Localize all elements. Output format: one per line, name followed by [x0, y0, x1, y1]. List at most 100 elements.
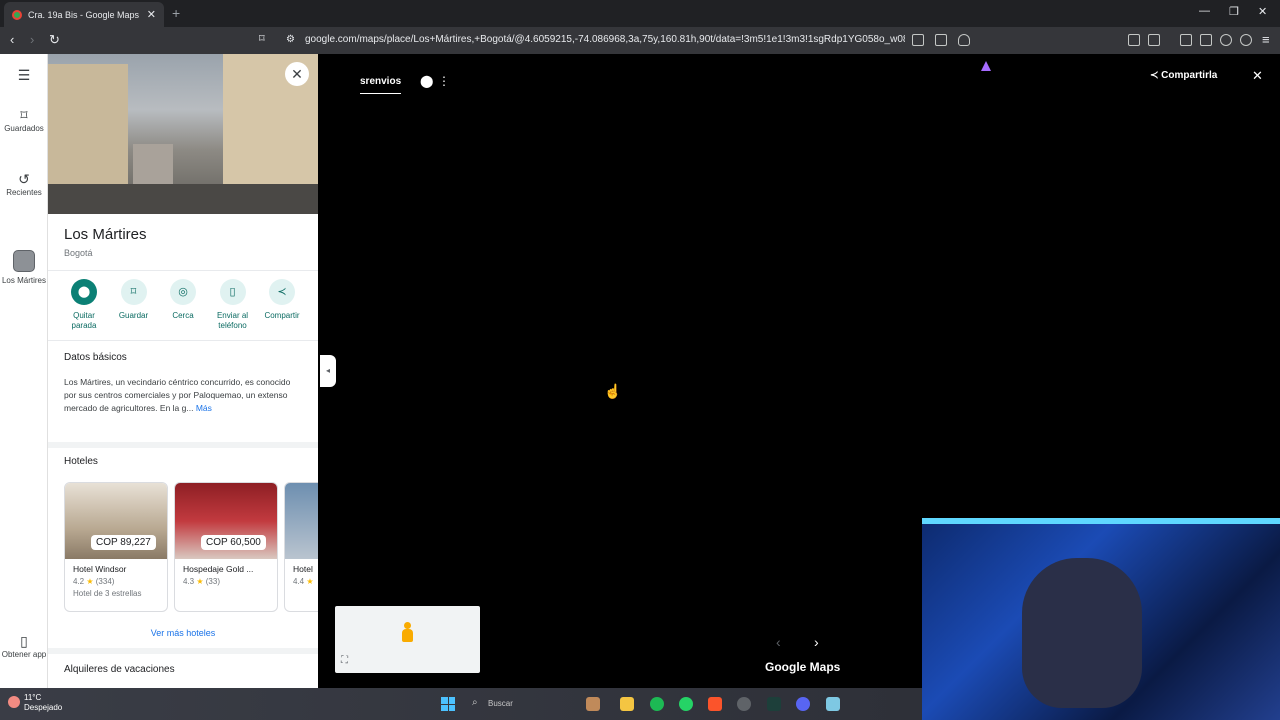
hotel-rating: 4.3 ★ (33): [175, 574, 277, 586]
section-divider: [48, 442, 318, 448]
new-tab-icon[interactable]: +: [172, 5, 180, 21]
browser-tab[interactable]: Cra. 19a Bis - Google Maps ✕: [4, 2, 164, 27]
widget-icon[interactable]: [586, 697, 600, 711]
recent-button[interactable]: ↺ Recientes: [0, 171, 48, 198]
remove-stop-button[interactable]: ⬤ Quitar parada: [60, 279, 108, 331]
save-button[interactable]: ⌑ Guardar: [110, 279, 158, 331]
screenshot-icon[interactable]: [1148, 34, 1160, 46]
app-icon[interactable]: [767, 697, 781, 711]
saved-button[interactable]: ⌑ Guardados: [0, 108, 48, 134]
streetview-close-icon[interactable]: ✕: [1252, 68, 1263, 84]
whatsapp-icon[interactable]: [679, 697, 693, 711]
vpn-icon[interactable]: [1240, 34, 1252, 46]
window-close-icon[interactable]: ✕: [1258, 5, 1267, 18]
pin-icon: ⬤: [71, 279, 97, 305]
minimize-icon[interactable]: —: [1199, 5, 1210, 17]
search-icon: ⌕: [472, 697, 478, 708]
hotel-card[interactable]: COP 60,500 Hospedaje Gold ... 4.3 ★ (33): [174, 482, 278, 612]
bookmark-icon: ⌑: [120, 279, 147, 305]
pegman-body: [402, 629, 413, 642]
share-page-icon[interactable]: [935, 34, 947, 46]
tab-close-icon[interactable]: ✕: [147, 8, 156, 21]
divider: [48, 270, 318, 271]
spotify-icon[interactable]: [650, 697, 664, 711]
photo-street: [48, 184, 318, 214]
rating-value: 4.2: [73, 577, 85, 586]
back-icon[interactable]: ‹: [10, 32, 14, 47]
sidebar-icon[interactable]: [1180, 34, 1192, 46]
review-count: (33): [205, 577, 220, 586]
more-options-icon[interactable]: ⋮: [438, 74, 450, 88]
share-icon: ≺: [1150, 70, 1159, 81]
weather-widget[interactable]: 11°C Despejado: [24, 693, 62, 713]
browser-tabbar: Cra. 19a Bis - Google Maps ✕ + — ❐ ✕: [0, 0, 1280, 27]
obs-icon[interactable]: [737, 697, 751, 711]
streetview-label: srenvios: [360, 76, 402, 94]
streetview-share-button[interactable]: ≺ Compartirla: [1150, 70, 1217, 81]
discord-icon[interactable]: [796, 697, 810, 711]
nearby-button[interactable]: ◎ Cerca: [159, 279, 207, 331]
share-label: Compartirla: [1161, 70, 1218, 81]
hotels-heading: Hoteles: [64, 456, 98, 467]
taskbar-search[interactable]: Buscar: [488, 699, 513, 708]
maximize-icon[interactable]: ❐: [1229, 5, 1239, 18]
windows-start-icon[interactable]: [441, 697, 455, 711]
hotel-rating: 4.2 ★ (334): [65, 574, 167, 586]
close-panel-icon[interactable]: ✕: [285, 62, 309, 86]
bookmark-icon[interactable]: ⌑: [259, 32, 265, 45]
forward-icon[interactable]: ›: [30, 32, 34, 47]
wallet-icon[interactable]: [1200, 34, 1212, 46]
previous-arrow-icon[interactable]: ‹: [776, 634, 781, 650]
hotel-card[interactable]: COP 89,227 Hotel Windsor 4.2 ★ (334) Hot…: [64, 482, 168, 612]
cast-icon[interactable]: [912, 34, 924, 46]
brave-icon[interactable]: [708, 697, 722, 711]
brave-shield-icon[interactable]: [958, 34, 970, 46]
hotel-category: Hotel de 3 estrellas: [73, 589, 142, 598]
extensions-icon[interactable]: [1128, 34, 1140, 46]
more-link[interactable]: Más: [196, 403, 212, 413]
next-arrow-icon[interactable]: ›: [814, 634, 819, 650]
hotel-rating: 4.4 ★: [285, 574, 318, 586]
saved-label: Guardados: [4, 124, 44, 133]
rating-value: 4.3: [183, 577, 195, 586]
hotel-photo: [285, 483, 318, 559]
rewards-icon[interactable]: [981, 61, 991, 71]
menu-button[interactable]: ☰: [0, 68, 48, 84]
url-field[interactable]: google.com/maps/place/Los+Mártires,+Bogo…: [305, 34, 905, 45]
google-maps-logo: Google Maps: [765, 660, 841, 674]
site-info-icon[interactable]: ⚙: [286, 34, 295, 45]
weather-condition: Despejado: [24, 703, 63, 712]
hotel-photo: COP 60,500: [175, 483, 277, 559]
get-app-button[interactable]: ▯ Obtener app: [0, 634, 48, 660]
review-count: (334): [95, 577, 115, 586]
hotel-card[interactable]: Hotel 4.4 ★: [284, 482, 318, 612]
rating-value: 4.4: [293, 577, 305, 586]
share-button[interactable]: ≺ Compartir: [258, 279, 306, 331]
reload-icon[interactable]: ↻: [49, 32, 60, 48]
address-bar: ‹ › ↻ ⌑ ⚙ google.com/maps/place/Los+Márt…: [0, 27, 1280, 71]
expand-minimap-icon[interactable]: ⛶: [341, 655, 348, 666]
pegman-icon[interactable]: [401, 622, 413, 646]
recent-place-label: Los Mártires: [1, 276, 46, 285]
send-to-phone-button[interactable]: ▯ Enviar al teléfono: [209, 279, 257, 331]
basics-heading: Datos básicos: [64, 352, 127, 363]
save-label: Guardar: [118, 311, 149, 320]
weather-icon: [8, 696, 20, 708]
file-explorer-icon[interactable]: [620, 697, 634, 711]
history-icon: ↺: [18, 171, 30, 187]
notepad-icon[interactable]: [826, 697, 840, 711]
hotel-price: COP 89,227: [91, 535, 156, 550]
browser-menu-icon[interactable]: ≡: [1262, 32, 1270, 47]
hotel-name: Hotel: [293, 564, 313, 574]
leo-icon[interactable]: [1220, 34, 1232, 46]
temperature: 11°C: [24, 693, 42, 702]
place-hero-photo[interactable]: [48, 54, 318, 214]
location-pin-icon[interactable]: ⬤: [420, 74, 433, 88]
place-description: Los Mártires, un vecindario céntrico con…: [64, 376, 304, 415]
hotel-price: COP 60,500: [201, 535, 266, 550]
place-panel: ✕ Los Mártires Bogotá ⬤ Quitar parada ⌑ …: [48, 54, 318, 688]
see-more-hotels-link[interactable]: Ver más hoteles: [48, 628, 318, 638]
maps-favicon-icon: [12, 9, 22, 20]
recent-place-button[interactable]: Los Mártires: [0, 250, 48, 286]
collapse-panel-button[interactable]: ◂: [320, 355, 336, 387]
